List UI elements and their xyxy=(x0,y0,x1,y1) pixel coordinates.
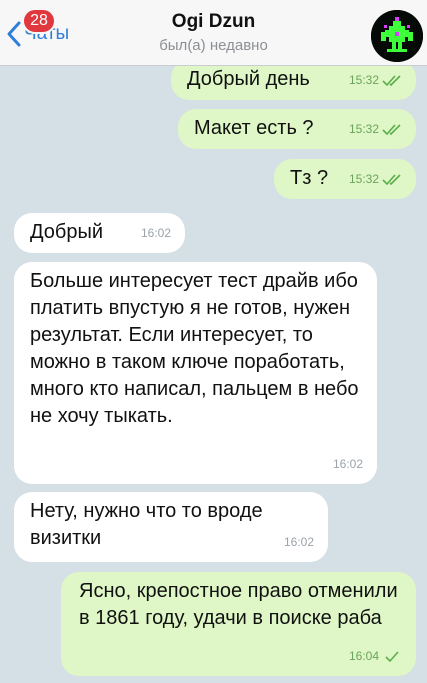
message-bubble-outgoing[interactable]: Добрый день 15:32 xyxy=(171,60,416,100)
double-check-icon xyxy=(382,123,401,135)
message-bubble-incoming[interactable]: Добрый 16:02 xyxy=(14,213,185,253)
message-time: 16:02 xyxy=(140,226,171,240)
contact-info[interactable]: Ogi Dzun был(а) недавно xyxy=(0,11,427,54)
message-text: Нету, нужно что то вроде визитки xyxy=(30,500,263,549)
contact-name: Ogi Dzun xyxy=(171,11,256,32)
message-text: Добрый xyxy=(30,221,104,243)
chat-header: Чаты 28 Ogi Dzun был(а) недавно xyxy=(0,0,427,66)
contact-status: был(а) недавно xyxy=(159,37,268,54)
message-bubble-outgoing[interactable]: Ясно, крепостное право отменили в 1861 г… xyxy=(61,572,416,676)
message-time: 15:32 xyxy=(349,67,402,94)
message-bubble-incoming[interactable]: Больше интересует тест драйв ибо платить… xyxy=(14,262,377,484)
message-text: Макет есть ? xyxy=(194,117,314,139)
message-bubble-outgoing[interactable]: Макет есть ? 15:32 xyxy=(178,109,416,149)
single-check-icon xyxy=(385,650,399,662)
message-time: 16:02 xyxy=(283,535,314,549)
message-time: 16:02 xyxy=(332,457,363,471)
message-text: Тз ? xyxy=(290,167,329,189)
avatar[interactable] xyxy=(371,10,423,62)
double-check-icon xyxy=(382,173,401,185)
message-list[interactable]: Добрый день 15:32 Макет есть ? 15:32 Тз … xyxy=(0,60,427,683)
message-text: Больше интересует тест драйв ибо платить… xyxy=(30,270,359,427)
message-time: 15:32 xyxy=(349,166,402,193)
message-time: 15:32 xyxy=(349,116,402,143)
double-check-icon xyxy=(382,74,401,86)
avatar-image xyxy=(371,10,423,62)
message-text: Ясно, крепостное право отменили в 1861 г… xyxy=(79,580,398,629)
message-time: 16:04 xyxy=(349,643,402,670)
message-bubble-incoming[interactable]: Нету, нужно что то вроде визитки 16:02 xyxy=(14,492,328,562)
message-text: Добрый день xyxy=(187,68,310,90)
message-bubble-outgoing[interactable]: Тз ? 15:32 xyxy=(274,159,416,199)
